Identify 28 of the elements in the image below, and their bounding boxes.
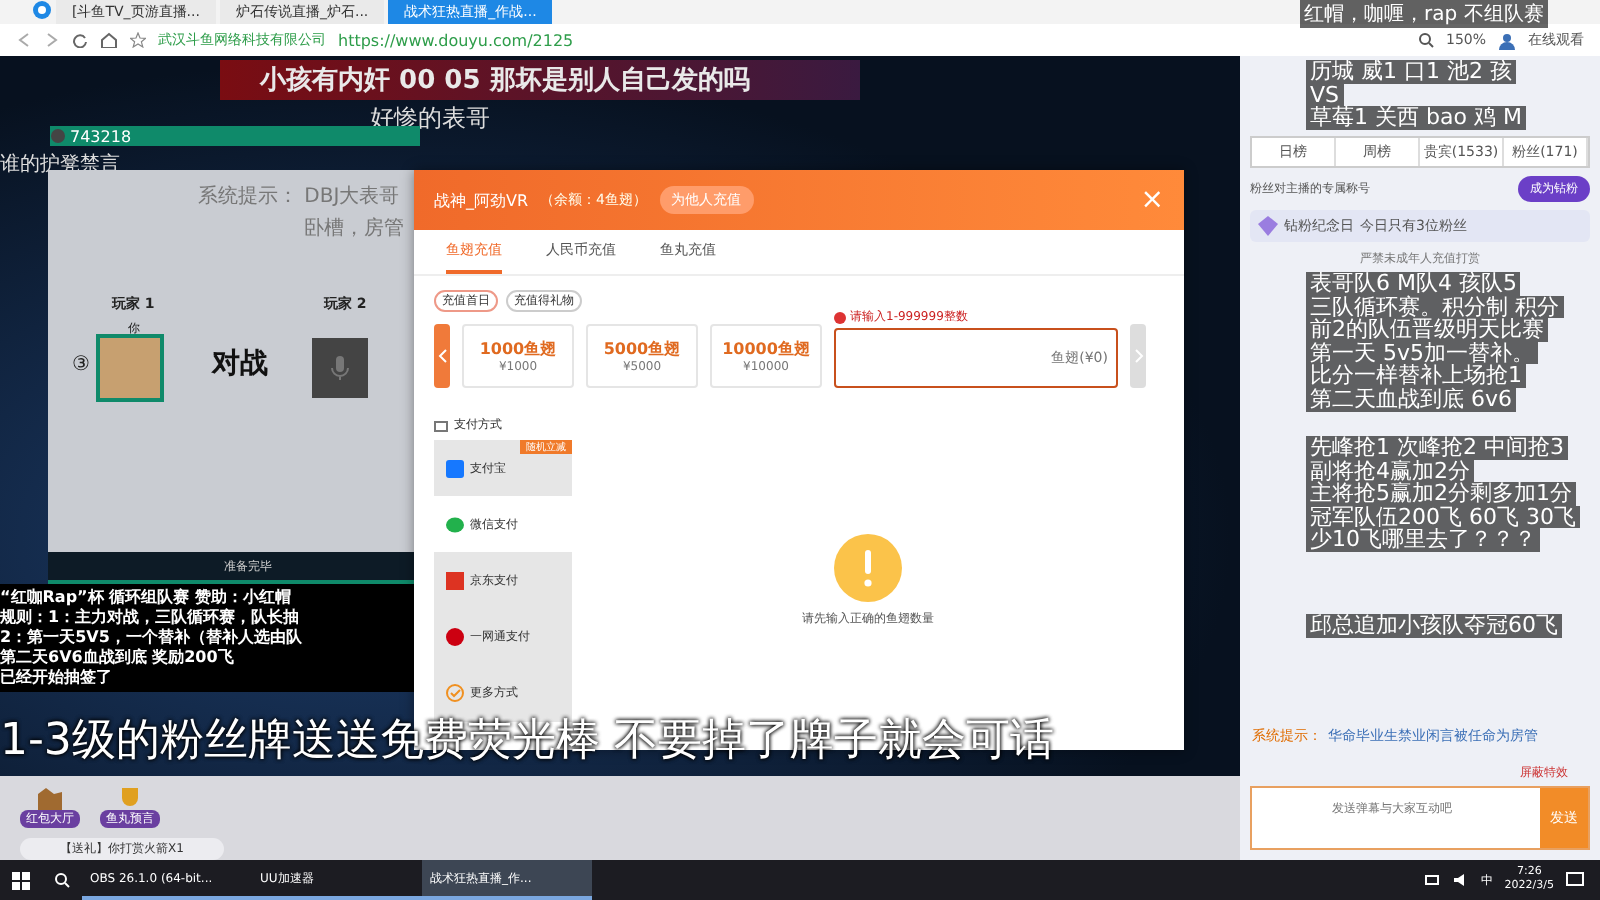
info-text: 规则：1：主力对战，三队循环赛，队长抽 [0, 608, 302, 628]
overlay-text: 历城 威1 口1 池2 孩 [1306, 60, 1516, 84]
overlay-text: VS [1306, 83, 1344, 107]
overlay-text: 前2的队伍晋级明天比赛 [1306, 318, 1548, 342]
rank-number: ③ [72, 354, 90, 376]
info-text: “红咖Rap”杯 循环组队赛 赞助：小红帽 [0, 588, 293, 608]
overlay-text: 冠军队伍200飞 60飞 30飞 [1306, 505, 1580, 529]
overlay-text: 草莓1 关西 bao 鸡 M [1306, 106, 1526, 130]
overlay-text: 先峰抢1 次峰抢2 中间抢3 [1306, 436, 1568, 460]
overlay-text: 邱总追加小孩队夺冠60飞 [1306, 614, 1562, 638]
info-text: 第二天6V6血战到底 奖励200飞 [0, 648, 236, 668]
overlay-text: 少10飞哪里去了？？？ [1306, 528, 1540, 552]
overlay-text: 红帽，咖喱，rap 不组队赛 [1300, 0, 1548, 28]
overlay-text: 三队循环赛。积分制 积分 [1306, 295, 1563, 319]
info-text: 已经开始抽签了 [0, 668, 114, 688]
system-message: 卧槽，房管 [304, 215, 404, 242]
overlay-text: 第一天 5v5加一替补。 [1306, 341, 1539, 365]
stream-banner: 小孩有内奸 00 05 那坏是别人自己发的吗 [220, 60, 860, 100]
overlay-text: 主将抢5赢加2分剩多加1分 [1306, 482, 1576, 506]
viewer-count: 743218 [70, 127, 132, 145]
overlay-text: 第二天血战到底 6v6 [1306, 388, 1517, 412]
overlay-text: 比分一样替补上场抢1 [1306, 364, 1526, 388]
system-message: 系统提示： DBJ大表哥 [198, 183, 400, 210]
user-name: 战神_阿劲VR [434, 189, 529, 211]
overlay-text: 副将抢4赢加2分 [1306, 459, 1474, 483]
overlay-text: 表哥队6 M队4 孩队5 [1306, 272, 1521, 296]
versus-text: 对战 [212, 346, 268, 382]
info-text: 2：第一天5V5，一个替补（替补人选由队 [0, 628, 304, 648]
